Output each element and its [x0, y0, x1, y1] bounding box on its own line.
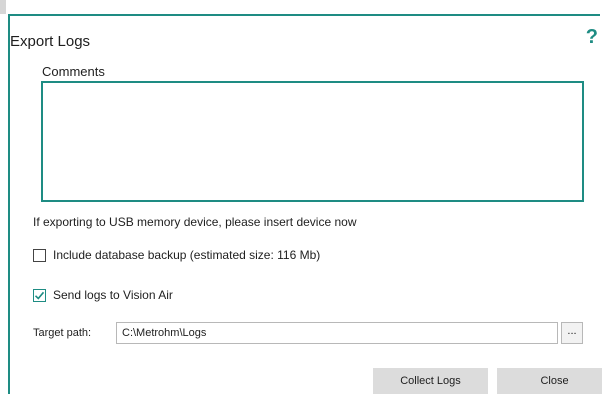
include-backup-checkbox[interactable] [33, 248, 46, 262]
target-path-label: Target path: [33, 327, 92, 339]
include-backup-label: Include database backup (estimated size:… [53, 248, 321, 262]
background-window-edge [0, 0, 6, 14]
send-logs-option[interactable]: Send logs to Vision Air [33, 288, 173, 302]
comments-label: Comments [42, 64, 105, 79]
export-logs-dialog: Export Logs ? Comments If exporting to U… [8, 14, 602, 394]
send-logs-label: Send logs to Vision Air [53, 288, 173, 302]
help-icon[interactable]: ? [586, 26, 598, 49]
comments-textarea[interactable] [41, 81, 584, 202]
usb-info-text: If exporting to USB memory device, pleas… [33, 215, 357, 229]
browse-button[interactable]: ... [561, 322, 583, 344]
target-path-input[interactable] [116, 322, 558, 344]
collect-logs-button[interactable]: Collect Logs [373, 368, 488, 394]
close-button[interactable]: Close [497, 368, 602, 394]
checkmark-icon [34, 291, 45, 300]
dialog-title: Export Logs [10, 33, 91, 50]
include-backup-option[interactable]: Include database backup (estimated size:… [33, 248, 320, 262]
send-logs-checkbox[interactable] [33, 288, 46, 302]
